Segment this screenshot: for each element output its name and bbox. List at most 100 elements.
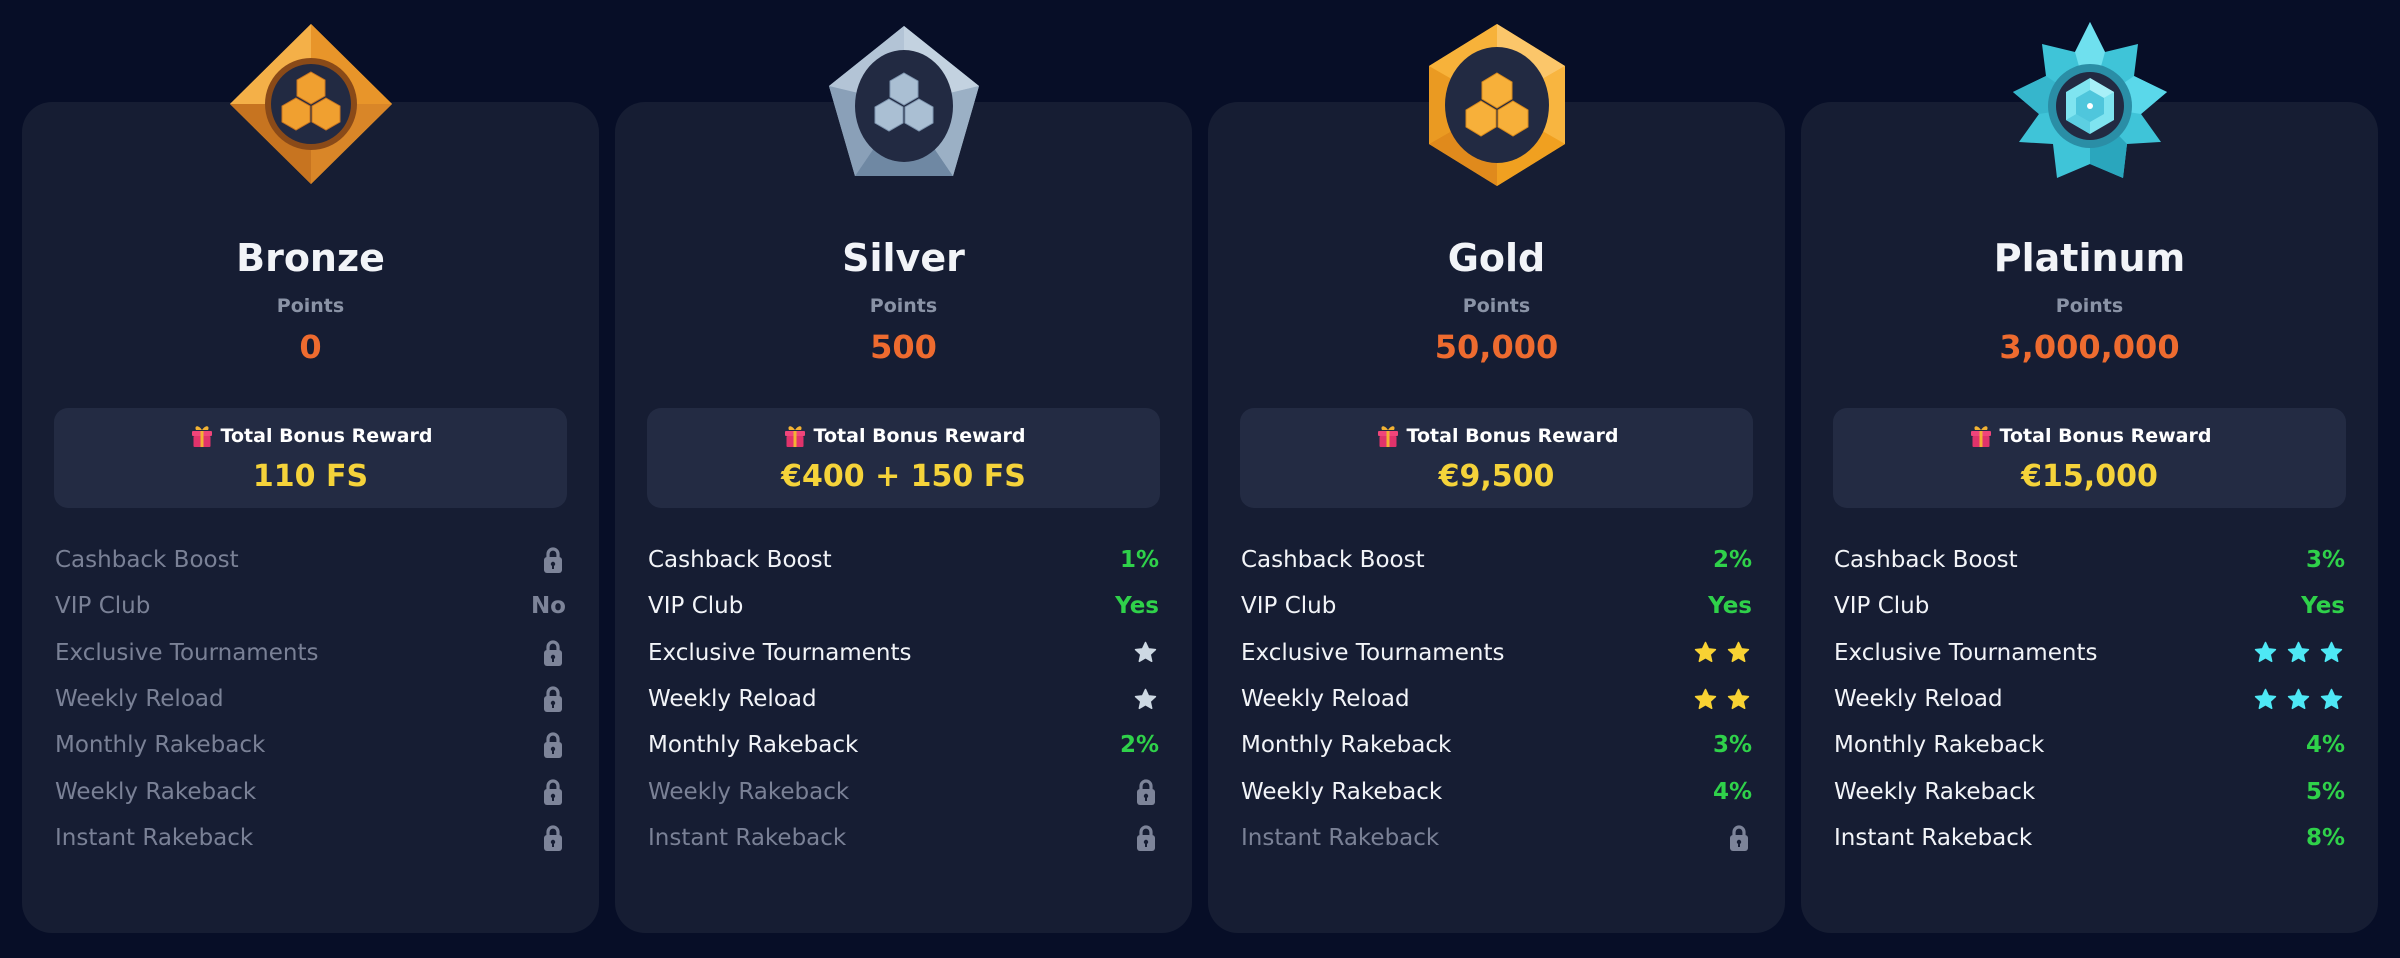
points-label: Points [276,295,345,317]
bonus-reward-box: Total Bonus Reward €15,000 [1833,408,2346,508]
star-icon [2320,641,2343,664]
tier-title: Silver [842,236,965,280]
star-rating [1694,641,1750,664]
lock-icon [1136,778,1156,806]
tier-title: Bronze [236,236,385,280]
feature-list: Cashback Boost 3% VIP Club Yes Exclusive Tou… [1834,537,2345,861]
feature-row: Monthly Rakeback 3% [1241,722,1752,768]
feature-value: 1% [1119,547,1159,574]
feature-label: Monthly Rakeback [648,732,859,759]
feature-label: Weekly Reload [1241,686,1410,713]
feature-value: No [530,593,566,620]
feature-label: Monthly Rakeback [1241,732,1452,759]
feature-row: Exclusive Tournaments [1834,630,2345,676]
feature-row: Monthly Rakeback 4% [1834,722,2345,768]
feature-label: Exclusive Tournaments [1834,639,2098,666]
bonus-reward-value: €400 + 150 FS [781,459,1026,494]
feature-label: Monthly Rakeback [55,732,266,759]
feature-label: Weekly Rakeback [648,778,850,805]
lock-icon [543,685,563,713]
star-rating [1694,688,1750,711]
feature-label: Cashback Boost [1241,547,1425,574]
tier-card-bronze: Bronze Points 0 Total Bonus Reward 110 F… [22,0,599,958]
tier-card-silver: Silver Points 500 Total Bonus Reward €40… [615,0,1192,958]
feature-value: 3% [2305,547,2345,574]
vip-tiers: Bronze Points 0 Total Bonus Reward 110 F… [22,0,2378,958]
feature-label: VIP Club [648,593,744,620]
lock-icon [543,824,563,852]
lock-icon [1729,824,1749,852]
feature-value: Yes [2301,593,2345,620]
star-icon [1694,688,1717,711]
bonus-reward-value: 110 FS [252,459,369,494]
bonus-reward-label: Total Bonus Reward [220,425,433,447]
tier-card-platinum: Platinum Points 3,000,000 Total Bonus Re… [1801,0,2378,958]
feature-label: VIP Club [1241,593,1337,620]
feature-list: Cashback Boost 2% VIP Club Yes Exclusive Tou… [1241,537,1752,861]
points-value: 0 [299,328,322,366]
bonus-reward-label: Total Bonus Reward [1406,425,1619,447]
feature-row: Weekly Rakeback 4% [1241,768,1752,814]
feature-label: Exclusive Tournaments [55,639,319,666]
feature-label: Monthly Rakeback [1834,732,2045,759]
feature-label: Instant Rakeback [1241,824,1440,851]
feature-value: 4% [2305,732,2345,759]
star-icon [2254,688,2277,711]
bonus-reward-box: Total Bonus Reward €400 + 150 FS [647,408,1160,508]
feature-value: Yes [1115,593,1159,620]
feature-label: Instant Rakeback [648,824,847,851]
feature-label: Weekly Rakeback [1241,778,1443,805]
feature-row: Weekly Reload [55,676,566,722]
feature-list: Cashback Boost 1% VIP Club Yes Exclusive Tou… [648,537,1159,861]
feature-label: Exclusive Tournaments [648,639,912,666]
feature-row: Weekly Rakeback 5% [1834,768,2345,814]
feature-row: Monthly Rakeback [55,722,566,768]
gold-hexagon-badge-icon [1412,18,1582,188]
feature-row: Weekly Rakeback [648,768,1159,814]
points-value: 500 [870,328,937,366]
star-icon [2287,641,2310,664]
bonus-reward-label: Total Bonus Reward [813,425,1026,447]
gift-icon [189,423,215,449]
feature-row: Exclusive Tournaments [648,630,1159,676]
star-icon [1727,641,1750,664]
feature-label: Instant Rakeback [55,824,254,851]
star-icon [2320,688,2343,711]
feature-row: Weekly Reload [648,676,1159,722]
feature-label: Weekly Reload [648,686,817,713]
feature-label: Weekly Reload [55,686,224,713]
feature-row: Exclusive Tournaments [55,630,566,676]
feature-row: Exclusive Tournaments [1241,630,1752,676]
feature-label: Cashback Boost [55,547,239,574]
tier-title: Gold [1447,236,1546,280]
tier-title: Platinum [1993,236,2186,280]
bonus-reward-label: Total Bonus Reward [1999,425,2212,447]
gift-icon [1375,423,1401,449]
bonus-reward-value: €9,500 [1438,459,1555,494]
feature-row: Cashback Boost 3% [1834,537,2345,583]
feature-value: 5% [2305,778,2345,805]
points-label: Points [2055,295,2124,317]
star-rating [2254,641,2343,664]
feature-row: Instant Rakeback [55,815,566,861]
feature-list: Cashback Boost VIP Club No Exclusive Tourna… [55,537,566,861]
feature-row: Weekly Reload [1834,676,2345,722]
feature-row: Cashback Boost 2% [1241,537,1752,583]
feature-label: Instant Rakeback [1834,824,2033,851]
star-icon [2254,641,2277,664]
star-icon [1134,641,1157,664]
bonus-reward-value: €15,000 [2021,459,2158,494]
feature-row: VIP Club Yes [648,583,1159,629]
feature-label: Cashback Boost [648,547,832,574]
feature-value: 2% [1712,547,1752,574]
feature-row: Cashback Boost [55,537,566,583]
gift-icon [782,423,808,449]
feature-row: VIP Club No [55,583,566,629]
feature-value: 2% [1119,732,1159,759]
feature-label: Cashback Boost [1834,547,2018,574]
feature-value: Yes [1708,593,1752,620]
feature-label: Exclusive Tournaments [1241,639,1505,666]
feature-label: VIP Club [1834,593,1930,620]
feature-row: Instant Rakeback [1241,815,1752,861]
star-rating [2254,688,2343,711]
